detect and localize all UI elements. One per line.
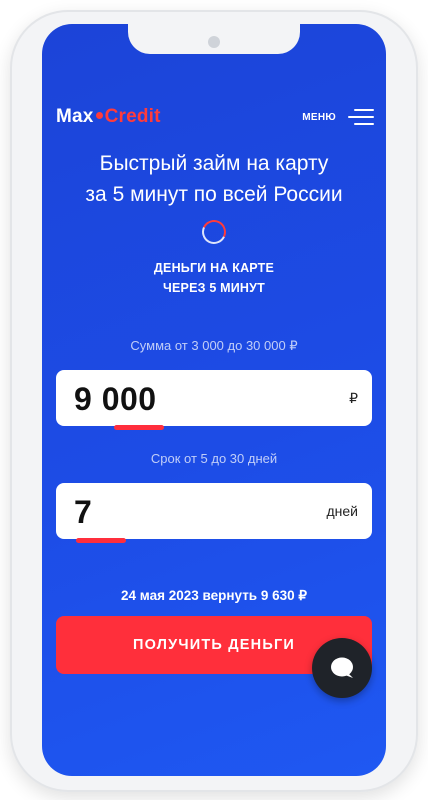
spinner-icon <box>198 216 230 248</box>
term-value[interactable]: 7 <box>74 494 92 531</box>
logo-dot <box>95 111 103 119</box>
hero-subtitle: ДЕНЬГИ НА КАРТЕ ЧЕРЕЗ 5 МИНУТ <box>42 258 386 298</box>
amount-slider-handle[interactable] <box>114 425 164 430</box>
amount-value[interactable]: 9 000 <box>74 381 157 418</box>
hero-subtitle-line1: ДЕНЬГИ НА КАРТЕ <box>153 261 275 275</box>
chat-bubble-icon <box>331 657 353 678</box>
amount-range-label: Сумма от 3 000 до 30 000 ₽ <box>130 338 298 353</box>
term-input[interactable]: 7 дней <box>56 483 372 539</box>
menu-button[interactable]: МЕНЮ <box>302 104 374 130</box>
amount-input[interactable]: 9 000 ₽ <box>56 370 372 426</box>
amount-unit: ₽ <box>349 390 358 406</box>
hero-title-line1: Быстрый займ на карту <box>99 152 329 175</box>
term-unit: дней <box>326 503 358 519</box>
header: Max Credit МЕНЮ <box>56 104 374 130</box>
hamburger-icon[interactable] <box>348 106 374 128</box>
logo-max: Max <box>56 106 94 127</box>
repayment-summary: 24 мая 2023 вернуть 9 630 ₽ <box>121 588 307 603</box>
chat-button[interactable] <box>312 638 372 698</box>
logo-credit: Credit <box>104 106 161 127</box>
front-camera <box>208 36 220 48</box>
hero-title: Быстрый займ на карту за 5 минут по всей… <box>42 148 386 210</box>
term-slider-handle[interactable] <box>76 538 126 543</box>
hero-subtitle-line2: ЧЕРЕЗ 5 МИНУТ <box>163 281 265 295</box>
menu-label: МЕНЮ <box>302 111 336 123</box>
term-range-label: Срок от 5 до 30 дней <box>150 451 278 466</box>
hero-title-line2: за 5 минут по всей России <box>85 183 343 206</box>
logo[interactable]: Max Credit <box>56 106 161 128</box>
